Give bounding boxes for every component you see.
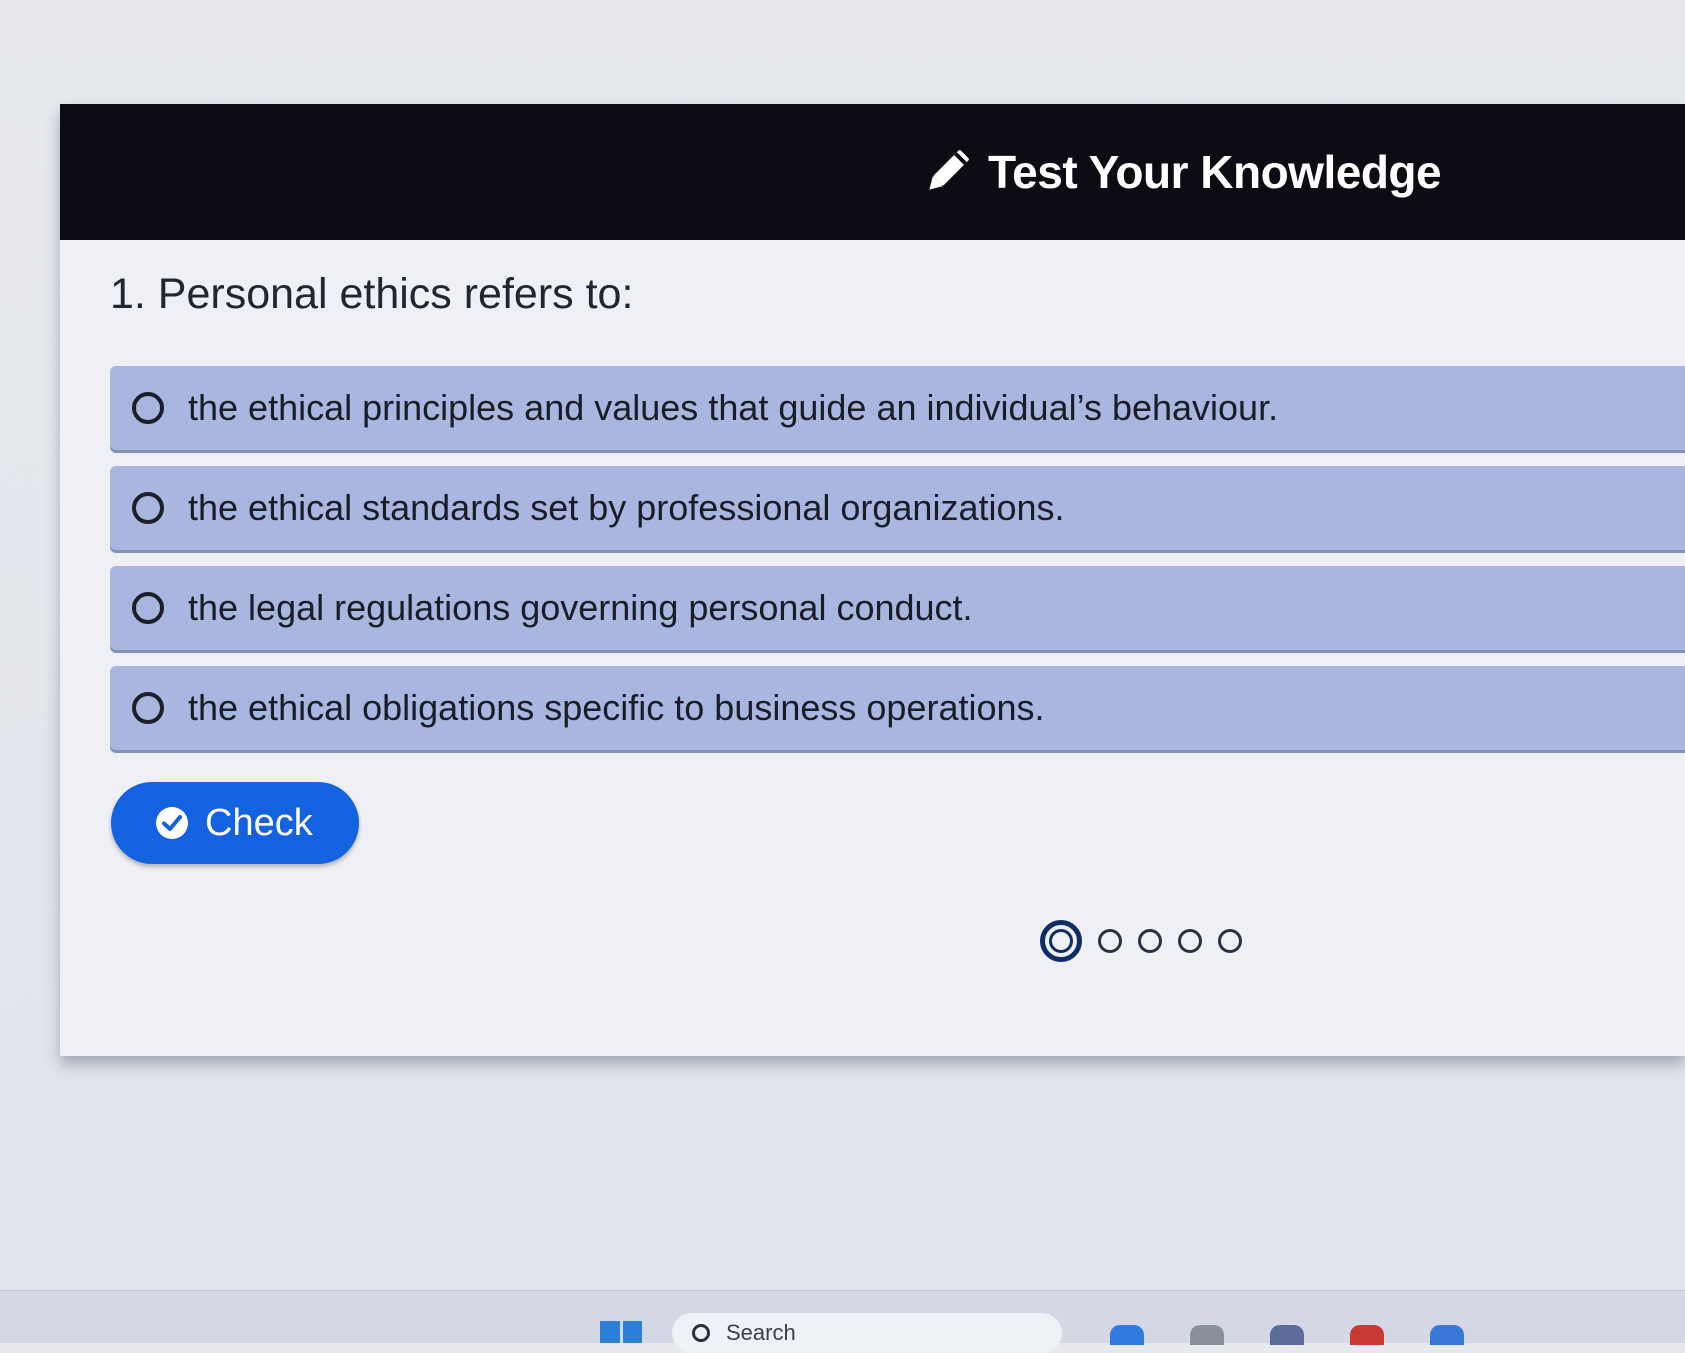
answer-option-label: the legal regulations governing personal… xyxy=(188,587,973,628)
answer-options: the ethical principles and values that g… xyxy=(110,366,1685,766)
pagination-dot-4[interactable] xyxy=(1178,929,1202,953)
check-circle-icon xyxy=(156,807,188,839)
answer-option-4[interactable]: the ethical obligations specific to busi… xyxy=(110,666,1685,750)
radio-button-icon[interactable] xyxy=(132,392,164,424)
check-button-label: Check xyxy=(205,801,313,844)
pagination-dot-5[interactable] xyxy=(1218,929,1242,953)
taskbar-search[interactable]: Search xyxy=(672,1313,1062,1353)
taskbar-app-icon[interactable] xyxy=(1190,1325,1224,1345)
radio-button-icon[interactable] xyxy=(132,492,164,524)
taskbar-app-icon[interactable] xyxy=(1350,1325,1384,1345)
pagination-dot-2[interactable] xyxy=(1098,929,1122,953)
question-text: 1. Personal ethics refers to: xyxy=(110,270,634,318)
search-label: Search xyxy=(726,1320,796,1345)
answer-option-label: the ethical standards set by professiona… xyxy=(188,487,1065,528)
answer-option-2[interactable]: the ethical standards set by professiona… xyxy=(110,466,1685,550)
answer-option-3[interactable]: the legal regulations governing personal… xyxy=(110,566,1685,650)
page-title: Test Your Knowledge xyxy=(988,146,1442,198)
pencil-icon xyxy=(929,150,969,190)
taskbar-app-icon[interactable] xyxy=(1430,1325,1464,1345)
windows-start-icon[interactable] xyxy=(600,1321,642,1343)
pagination-dot-3[interactable] xyxy=(1138,929,1162,953)
quiz-header: Test Your Knowledge xyxy=(60,104,1685,240)
question-pagination xyxy=(1040,920,1242,962)
header-title-group: Test Your Knowledge xyxy=(920,142,1442,202)
taskbar-app-icon[interactable] xyxy=(1270,1325,1304,1345)
pagination-dot-1[interactable] xyxy=(1040,920,1082,962)
quiz-card: Test Your Knowledge 1. Personal ethics r… xyxy=(60,104,1685,1056)
radio-button-icon[interactable] xyxy=(132,592,164,624)
radio-button-icon[interactable] xyxy=(132,692,164,724)
answer-option-label: the ethical obligations specific to busi… xyxy=(188,687,1045,728)
check-button[interactable]: Check xyxy=(111,782,359,864)
taskbar-app-icon[interactable] xyxy=(1110,1325,1144,1345)
answer-option-1[interactable]: the ethical principles and values that g… xyxy=(110,366,1685,450)
taskbar: Search xyxy=(0,1290,1685,1353)
search-icon xyxy=(692,1324,710,1342)
answer-option-label: the ethical principles and values that g… xyxy=(188,387,1279,428)
